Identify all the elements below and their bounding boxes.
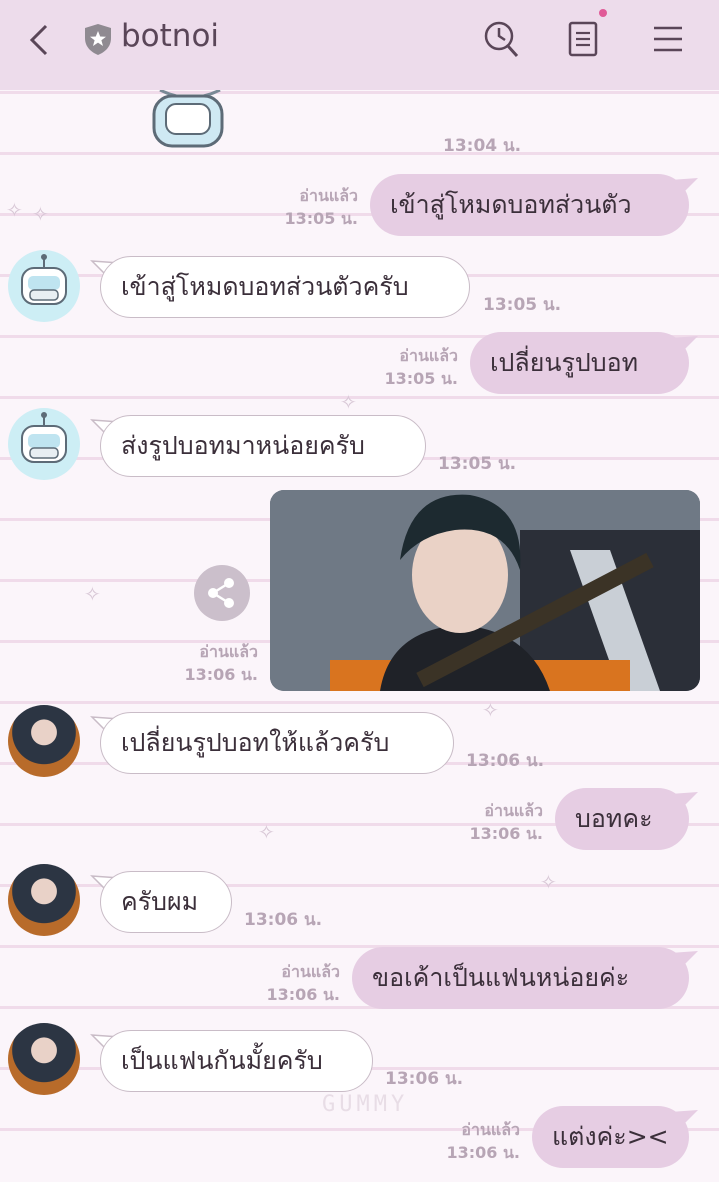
read-receipt: อ่านแล้ว 13:06 น. [266, 962, 340, 1004]
sparkle-decoration: ✧ [482, 698, 499, 722]
read-receipt: อ่านแล้ว 13:06 น. [184, 642, 258, 684]
back-arrow-icon[interactable] [26, 20, 56, 60]
read-receipt: อ่านแล้ว 13:05 น. [384, 346, 458, 388]
robot-avatar[interactable] [8, 250, 80, 322]
bubble-tail [670, 336, 698, 356]
photo-avatar[interactable] [8, 705, 80, 777]
photo-avatar[interactable] [8, 1023, 80, 1095]
incoming-message[interactable]: ครับผม [100, 871, 232, 933]
sparkle-decoration: ✧ [540, 870, 557, 894]
sparkle-decoration: ✧ [258, 820, 275, 844]
outgoing-message[interactable]: ขอเค้าเป็นแฟนหน่อยค่ะ [352, 947, 689, 1009]
bubble-tail [670, 792, 698, 812]
message-timestamp: 13:06 น. [466, 751, 545, 771]
watermark-text: GUMMY [322, 1092, 409, 1117]
message-timestamp: 13:05 น. [483, 295, 562, 315]
outgoing-message[interactable]: เปลี่ยนรูปบอท [470, 332, 689, 394]
bubble-tail [670, 951, 698, 971]
message-timestamp: 13:06 น. [244, 910, 323, 930]
bubble-tail [670, 1110, 698, 1130]
sparkle-decoration: ✧ [32, 202, 49, 226]
shield-star-icon [85, 24, 111, 55]
read-receipt: อ่านแล้ว 13:06 น. [446, 1120, 520, 1162]
share-icon [208, 578, 234, 608]
person-photo [270, 490, 700, 691]
robot-face-icon [21, 412, 67, 463]
incoming-message[interactable]: เปลี่ยนรูปบอทให้แล้วครับ [100, 712, 454, 774]
notification-dot [599, 9, 607, 17]
search-clock-icon[interactable] [481, 18, 521, 60]
photo-message[interactable] [270, 490, 700, 691]
read-receipt: อ่านแล้ว 13:06 น. [469, 801, 543, 843]
sparkle-decoration: ✧ [84, 582, 101, 606]
sparkle-decoration: ✧ [340, 390, 357, 414]
menu-icon[interactable] [648, 18, 688, 60]
share-button[interactable] [194, 565, 250, 621]
incoming-message[interactable]: เป็นแฟนกันมั้ยครับ [100, 1030, 373, 1092]
outgoing-message[interactable]: แต่งค่ะ>< [532, 1106, 689, 1168]
incoming-message[interactable]: ส่งรูปบอทมาหน่อยครับ [100, 415, 426, 477]
message-timestamp: 13:06 น. [385, 1069, 464, 1089]
message-list[interactable]: 13:04 น. ✧ ✧ ✧ ✧ ✧ ✧ ✧ อ่านแล้ว 13:05 น. … [0, 90, 719, 1182]
message-timestamp: 13:05 น. [438, 454, 517, 474]
bubble-tail [670, 178, 698, 198]
robot-avatar[interactable] [8, 408, 80, 480]
outgoing-message[interactable]: บอทคะ [555, 788, 689, 850]
photo-avatar[interactable] [8, 864, 80, 936]
notes-icon[interactable] [564, 18, 604, 60]
read-receipt: อ่านแล้ว 13:05 น. [284, 186, 358, 228]
incoming-message[interactable]: เข้าสู่โหมดบอทส่วนตัวครับ [100, 256, 470, 318]
chat-title[interactable]: botnoi [121, 18, 219, 54]
robot-face-icon [21, 254, 67, 305]
robot-sticker[interactable] [120, 90, 260, 160]
sparkle-decoration: ✧ [6, 198, 23, 222]
message-timestamp: 13:04 น. [443, 136, 522, 156]
outgoing-message[interactable]: เข้าสู่โหมดบอทส่วนตัว [370, 174, 689, 236]
chat-header: botnoi [0, 0, 719, 90]
